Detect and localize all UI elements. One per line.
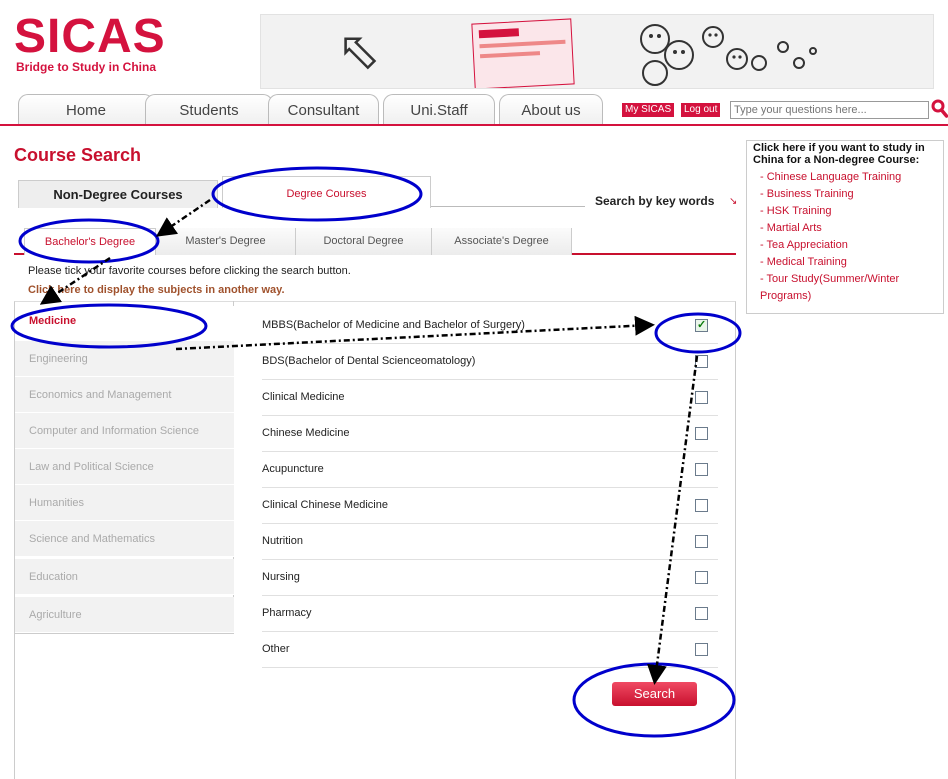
course-checkbox[interactable] xyxy=(695,571,708,584)
logo[interactable]: SICAS xyxy=(14,13,166,61)
non-degree-link[interactable]: - Medical Training xyxy=(760,254,940,271)
course-checkbox[interactable] xyxy=(695,318,708,332)
page-title: Course Search xyxy=(14,145,142,165)
course-checkbox[interactable] xyxy=(695,391,708,404)
course-checkbox[interactable] xyxy=(695,535,708,548)
non-degree-link[interactable]: - HSK Training xyxy=(760,203,940,220)
course-checkbox[interactable] xyxy=(695,463,708,476)
subject-engineering[interactable]: Engineering xyxy=(15,341,234,377)
magnifier-icon[interactable] xyxy=(931,99,948,119)
tab-non-degree-courses[interactable]: Non-Degree Courses xyxy=(18,180,218,208)
non-degree-link[interactable]: - Business Training xyxy=(760,186,940,203)
course-label: Other xyxy=(262,643,290,655)
search-button[interactable]: Search xyxy=(612,682,697,706)
course-row: Nursing xyxy=(262,560,718,596)
course-label: BDS(Bachelor of Dental Scienceomatology) xyxy=(262,355,476,367)
non-degree-link[interactable]: - Tea Appreciation xyxy=(760,237,940,254)
log-out-button[interactable]: Log out xyxy=(681,103,721,117)
course-label: Chinese Medicine xyxy=(262,427,350,439)
course-label: Clinical Chinese Medicine xyxy=(262,499,388,511)
course-row: Pharmacy xyxy=(262,596,718,632)
website-screenshot-illustration xyxy=(471,18,575,88)
non-degree-link-label: Medical Training xyxy=(766,256,847,268)
instructions-text: Please tick your favorite courses before… xyxy=(28,265,351,277)
nav-tab-consultant[interactable]: Consultant xyxy=(268,94,379,125)
nav-tab-students[interactable]: Students xyxy=(145,94,273,125)
course-label: Nursing xyxy=(262,571,300,583)
non-degree-link-label: Chinese Language Training xyxy=(766,171,902,183)
non-degree-link[interactable]: - Tour Study(Summer/Winter Programs) xyxy=(760,271,940,305)
tab-associates-degree[interactable]: Associate's Degree xyxy=(432,228,572,255)
subject-medicine[interactable]: Medicine xyxy=(15,306,234,342)
tab-degree-courses[interactable]: Degree Courses xyxy=(222,176,431,208)
non-degree-link-label: Martial Arts xyxy=(766,222,822,234)
non-degree-link-label: Tour Study(Summer/Winter Programs) xyxy=(760,273,900,302)
course-checkbox[interactable] xyxy=(695,355,708,368)
course-label: Clinical Medicine xyxy=(262,391,345,403)
non-degree-link[interactable]: - Chinese Language Training xyxy=(760,169,940,186)
non-degree-link-label: Tea Appreciation xyxy=(766,239,848,251)
course-checkbox[interactable] xyxy=(695,607,708,620)
course-label: Acupuncture xyxy=(262,463,324,475)
logo-tagline: Bridge to Study in China xyxy=(16,60,156,74)
nav-tab-uni-staff[interactable]: Uni.Staff xyxy=(383,94,495,125)
subject-economics-and-management[interactable]: Economics and Management xyxy=(15,377,234,413)
cursor-icon: ⬁ xyxy=(337,22,381,80)
subject-computer-and-information-science[interactable]: Computer and Information Science xyxy=(15,413,234,449)
tab-divider xyxy=(431,206,585,207)
subject-science-and-mathematics[interactable]: Science and Mathematics xyxy=(15,521,234,557)
course-checkbox[interactable] xyxy=(695,499,708,512)
course-row: MBBS(Bachelor of Medicine and Bachelor o… xyxy=(262,308,718,344)
course-row: Chinese Medicine xyxy=(262,416,718,452)
course-checkbox[interactable] xyxy=(695,427,708,440)
course-checkbox[interactable] xyxy=(695,643,708,656)
nav-tab-about-us[interactable]: About us xyxy=(499,94,603,125)
course-row: Acupuncture xyxy=(262,452,718,488)
arrow-down-right-icon: ↘ xyxy=(729,196,738,207)
course-row: Nutrition xyxy=(262,524,718,560)
course-row: Clinical Chinese Medicine xyxy=(262,488,718,524)
course-label: MBBS(Bachelor of Medicine and Bachelor o… xyxy=(262,319,525,331)
course-label: Nutrition xyxy=(262,535,303,547)
subject-law-and-political-science[interactable]: Law and Political Science xyxy=(15,449,234,485)
question-search-input[interactable] xyxy=(730,101,929,119)
course-row: Clinical Medicine xyxy=(262,380,718,416)
subject-humanities[interactable]: Humanities xyxy=(15,485,234,521)
search-by-keywords-link[interactable]: Search by key words xyxy=(595,194,714,208)
course-row: Other xyxy=(262,632,718,668)
header-banner: ⬁ xyxy=(260,14,934,89)
tab-bachelors-degree[interactable]: Bachelor's Degree xyxy=(24,228,156,255)
non-degree-link-label: HSK Training xyxy=(766,205,832,217)
display-subjects-link[interactable]: Click here to display the subjects in an… xyxy=(28,284,285,296)
course-label: Pharmacy xyxy=(262,607,312,619)
subject-agriculture[interactable]: Agriculture xyxy=(15,597,234,633)
tab-masters-degree[interactable]: Master's Degree xyxy=(156,228,296,255)
nav-tab-home[interactable]: Home xyxy=(18,94,154,125)
non-degree-box-title[interactable]: Click here if you want to study in China… xyxy=(753,142,943,166)
nav-divider xyxy=(0,124,948,126)
non-degree-link[interactable]: - Martial Arts xyxy=(760,220,940,237)
non-degree-link-label: Business Training xyxy=(766,188,854,200)
my-sicas-button[interactable]: My SICAS xyxy=(622,103,675,117)
subject-education[interactable]: Education xyxy=(15,559,234,595)
course-row: BDS(Bachelor of Dental Scienceomatology) xyxy=(262,344,718,380)
smiley-faces-illustration xyxy=(640,24,817,86)
tab-doctoral-degree[interactable]: Doctoral Degree xyxy=(296,228,432,255)
